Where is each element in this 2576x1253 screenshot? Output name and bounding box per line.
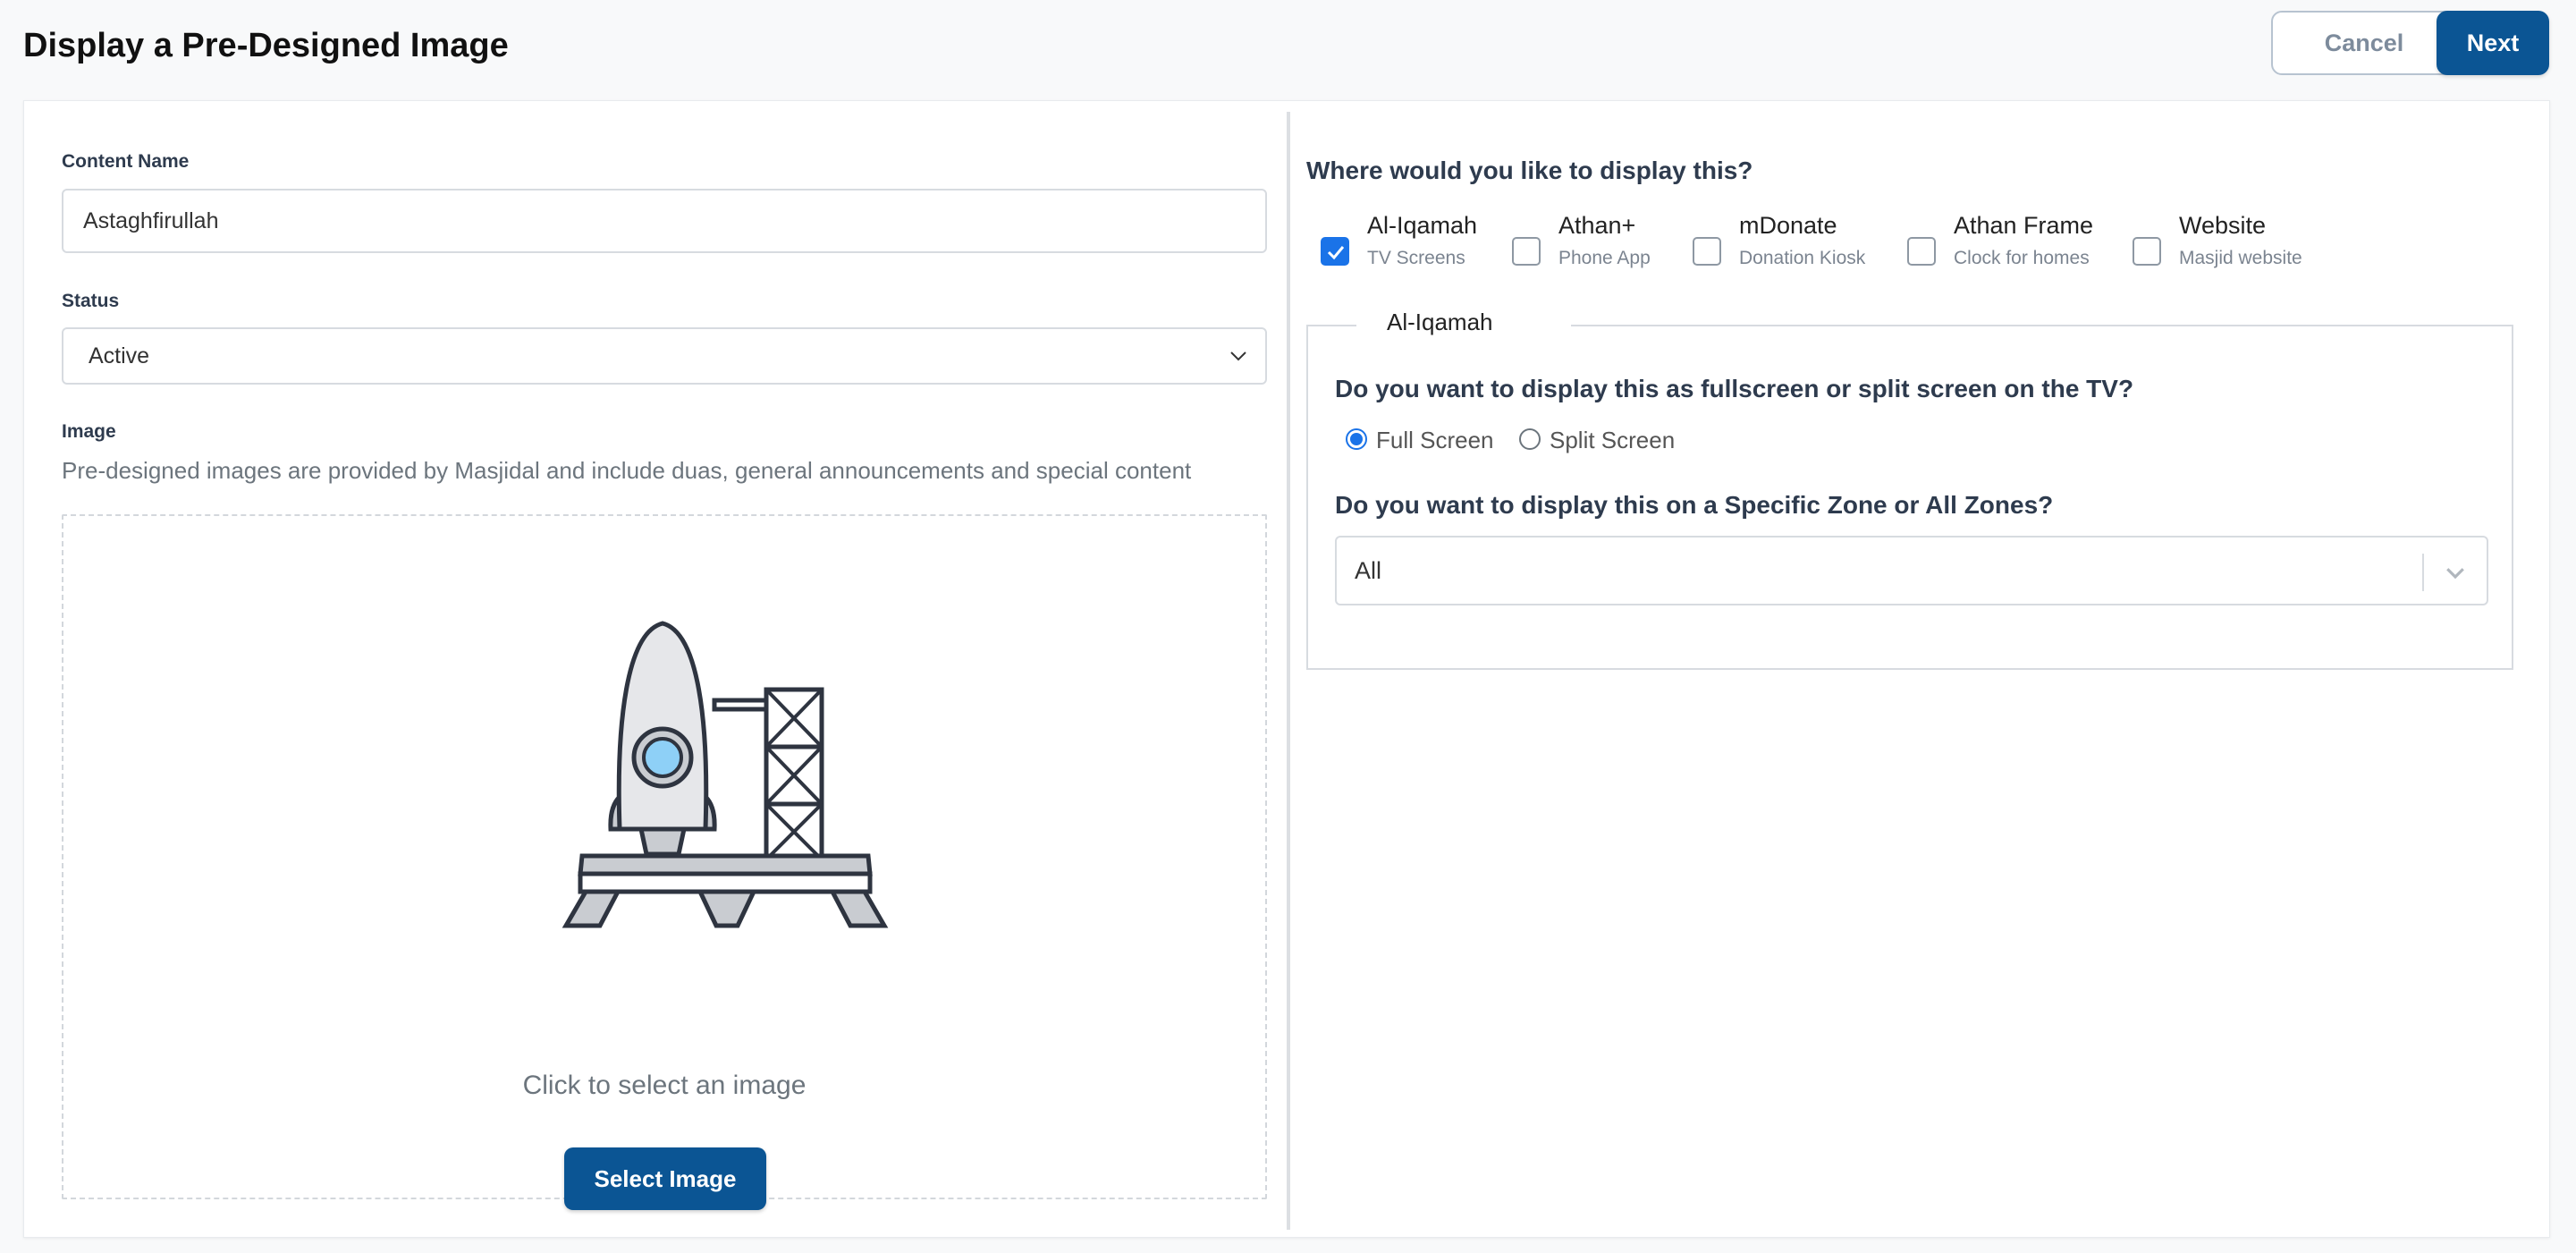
select-image-button[interactable]: Select Image (564, 1147, 766, 1210)
platform-subtitle: Clock for homes (1954, 248, 2090, 268)
chevron-down-icon[interactable] (2442, 559, 2469, 586)
chevron-down-icon (1230, 351, 1246, 361)
next-button[interactable]: Next (2437, 11, 2549, 75)
image-help-text: Pre-designed images are provided by Masj… (62, 457, 1192, 484)
status-value: Active (89, 343, 150, 368)
platform-subtitle: Masjid website (2179, 248, 2302, 268)
zone-select[interactable]: All (1335, 536, 2488, 605)
checkbox-website[interactable] (2133, 237, 2161, 266)
checkbox-aliqamah[interactable] (1321, 237, 1349, 266)
select-separator (2422, 554, 2424, 591)
checkbox-athan-frame[interactable] (1907, 237, 1936, 266)
content-name-input[interactable]: Astaghfirullah (62, 189, 1267, 253)
platform-subtitle: Donation Kiosk (1739, 248, 1866, 268)
top-bar: Display a Pre-Designed Image Cancel Next (0, 0, 2576, 100)
column-divider (1287, 112, 1290, 1230)
content-card: Content Name Astaghfirullah Status Activ… (23, 100, 2550, 1238)
rocket-launch-icon (562, 621, 889, 928)
aliqamah-legend: Al-Iqamah (1387, 309, 1493, 335)
content-name-value: Astaghfirullah (83, 207, 219, 233)
page-title: Display a Pre-Designed Image (23, 27, 509, 64)
zone-question: Do you want to display this on a Specifi… (1335, 491, 2054, 519)
full-screen-radio[interactable] (1346, 428, 1367, 450)
status-label: Status (62, 291, 120, 311)
platform-subtitle: Phone App (1558, 248, 1651, 268)
display-question: Where would you like to display this? (1306, 157, 1753, 184)
image-dropzone[interactable]: Click to select an image Select Image (62, 514, 1267, 1210)
content-name-label: Content Name (62, 151, 190, 172)
platform-title: Athan Frame (1954, 212, 2094, 239)
platform-title: Athan+ (1558, 212, 1636, 239)
platform-title: mDonate (1739, 212, 1837, 239)
checkmark-icon (1327, 246, 1345, 260)
full-screen-label[interactable]: Full Screen (1376, 427, 1494, 454)
split-screen-radio[interactable] (1519, 428, 1541, 450)
split-screen-label[interactable]: Split Screen (1550, 427, 1675, 454)
zone-value: All (1355, 556, 1382, 584)
checkbox-mdonate[interactable] (1693, 237, 1721, 266)
image-label: Image (62, 421, 116, 442)
screen-mode-question: Do you want to display this as fullscree… (1335, 375, 2134, 402)
status-select[interactable]: Active (62, 327, 1267, 385)
dropzone-text: Click to select an image (522, 1071, 807, 1100)
checkbox-athan-plus[interactable] (1512, 237, 1541, 266)
platform-title: Al-Iqamah (1367, 212, 1478, 239)
platform-subtitle: TV Screens (1367, 248, 1465, 268)
cancel-button[interactable]: Cancel (2271, 11, 2457, 75)
platform-title: Website (2179, 212, 2267, 239)
